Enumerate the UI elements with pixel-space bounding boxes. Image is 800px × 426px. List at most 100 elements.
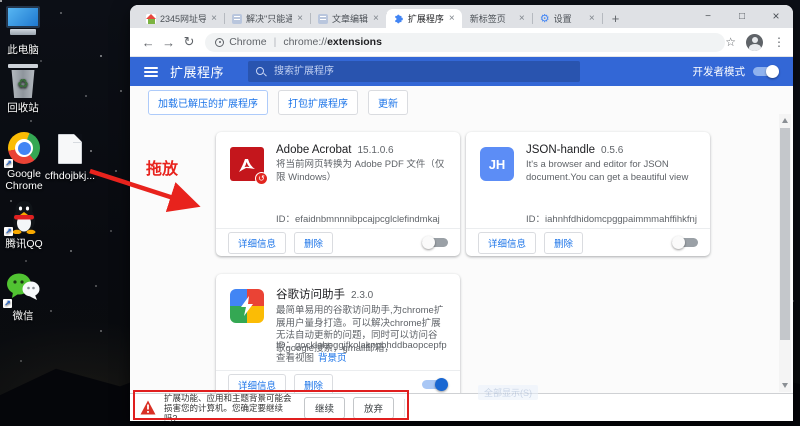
remove-button[interactable]: 删除 (294, 231, 334, 254)
desktop-icon-this-pc[interactable]: 此电脑 (0, 6, 52, 57)
scroll-down-icon[interactable] (782, 383, 788, 388)
extension-name: JSON-handle (526, 144, 596, 156)
shortcut-arrow-icon: ↗ (4, 159, 13, 168)
desktop-icon-crx-file[interactable]: cfhdojbkj... (41, 134, 99, 182)
minimize-button[interactable]: − (691, 5, 725, 28)
extension-description: It's a browser and editor for JSON docum… (526, 159, 689, 183)
menu-dots-icon[interactable]: ⋮ (773, 35, 785, 49)
annotation-drag-label: 拖放 (146, 161, 179, 178)
extension-name: Adobe Acrobat (276, 144, 352, 156)
tab-jiejue[interactable]: 解决"只能通 × (224, 9, 311, 28)
bookmark-star-icon[interactable]: ☆ (725, 35, 736, 49)
remove-button[interactable]: 删除 (544, 231, 584, 254)
doc-favicon (232, 13, 242, 24)
adobe-acrobat-icon: ↺ (230, 147, 268, 185)
extension-card-json-handle: JH JSON-handle 0.5.6 It's a browser and … (466, 132, 710, 256)
enable-toggle[interactable] (672, 236, 698, 249)
chrome-icon: ↗ (4, 132, 42, 168)
back-icon[interactable]: ← (138, 35, 158, 50)
puzzle-favicon (394, 14, 404, 24)
url-chip: Chrome (229, 36, 267, 48)
gear-favicon: ⚙ (539, 12, 550, 25)
card-footer: 详细信息 删除 (466, 228, 710, 256)
google-access-helper-icon (230, 289, 264, 323)
scrollbar-thumb[interactable] (780, 128, 790, 340)
desktop-icon-tencent-qq[interactable]: ↗ 腾讯QQ (0, 200, 53, 251)
toolbar-right-icons: ☆ ⋮ (725, 33, 785, 51)
hamburger-menu-icon[interactable] (144, 66, 158, 77)
background-page-link[interactable]: 背景页 (318, 353, 347, 364)
desktop-icon-label: 腾讯QQ (5, 238, 43, 250)
qq-icon: ↗ (4, 200, 42, 236)
forward-icon[interactable]: → (158, 35, 178, 50)
extension-name: 谷歌访问助手 (276, 289, 345, 301)
desktop-icon-recycle-bin[interactable]: ♻ 回收站 (0, 64, 52, 115)
tab-close-icon[interactable]: × (588, 13, 596, 24)
acrobat-convert-badge-icon: ↺ (255, 172, 268, 185)
tab-new-tab[interactable]: 新标签页 × (462, 9, 533, 28)
update-button[interactable]: 更新 (368, 90, 408, 115)
developer-mode-label: 开发者模式 (692, 66, 746, 78)
extensions-page-header: 扩展程序 开发者模式 (130, 57, 793, 86)
tab-strip: 2345网址导 × 解决"只能通 × 文章编辑 × 扩展程序 × 新标签页 × … (130, 5, 793, 28)
enable-toggle[interactable] (422, 378, 448, 391)
extension-id: ID：gocklaboggjfkolaknpbhddbaopcepfp (276, 340, 447, 351)
tab-settings[interactable]: ⚙ 设置 × (532, 9, 603, 28)
card-footer: 详细信息 删除 (216, 228, 460, 256)
chrome-window: 2345网址导 × 解决"只能通 × 文章编辑 × 扩展程序 × 新标签页 × … (130, 5, 793, 423)
search-icon (256, 67, 265, 76)
json-handle-icon: JH (480, 147, 514, 181)
url-host: extensions (327, 36, 382, 48)
reload-icon[interactable]: ↻ (179, 34, 199, 50)
page-scrollbar[interactable] (779, 114, 791, 392)
extension-version: 15.1.0.6 (357, 145, 394, 156)
tab-close-icon[interactable]: × (448, 13, 456, 24)
url-separator: | (273, 36, 277, 48)
enable-toggle[interactable] (422, 236, 448, 249)
developer-mode-control: 开发者模式 (692, 64, 779, 79)
recycle-bin-icon: ♻ (5, 64, 41, 98)
tab-close-icon[interactable]: × (518, 13, 526, 24)
new-tab-button[interactable]: + (608, 12, 624, 25)
this-pc-icon (5, 6, 41, 40)
desktop-icon-label: 微信 (12, 310, 34, 322)
page-info-icon[interactable] (215, 37, 225, 47)
tab-2345[interactable]: 2345网址导 × (138, 9, 225, 28)
search-input[interactable] (272, 65, 573, 78)
extensions-search-box[interactable] (248, 61, 581, 82)
shortcut-arrow-icon: ↗ (3, 299, 12, 308)
show-all-downloads-button[interactable]: 全部显示(S) (478, 385, 538, 400)
extension-id: ID：efaidnbmnnnibpcajpcglclefindmkaj (276, 214, 440, 225)
maximize-button[interactable]: □ (725, 5, 759, 28)
wechat-icon: ↗ (3, 272, 41, 308)
tab-extensions[interactable]: 扩展程序 × (385, 9, 462, 28)
annotation-red-rectangle (133, 390, 409, 420)
load-unpacked-button[interactable]: 加载已解压的扩展程序 (148, 90, 268, 115)
extension-card-adobe-acrobat: ↺ Adobe Acrobat 15.1.0.6 将当前网页转换为 Adobe … (216, 132, 460, 256)
extension-version: 0.5.6 (601, 145, 624, 156)
desktop-icon-label: 回收站 (7, 102, 39, 114)
scroll-up-icon[interactable] (782, 118, 788, 123)
2345-favicon (146, 13, 156, 24)
extension-id: ID：iahnhfdhidomcpggpaimmmahffihkfnj (526, 214, 697, 225)
window-controls: − □ × (691, 5, 793, 28)
pack-extension-button[interactable]: 打包扩展程序 (278, 90, 358, 115)
url-scheme: chrome://extensions (283, 36, 382, 48)
tab-close-icon[interactable]: × (296, 13, 304, 24)
tab-close-icon[interactable]: × (210, 13, 218, 24)
close-window-button[interactable]: × (759, 5, 793, 28)
developer-buttons-row: 加载已解压的扩展程序 打包扩展程序 更新 (148, 90, 408, 115)
details-button[interactable]: 详细信息 (228, 231, 287, 254)
doc-favicon (318, 13, 328, 24)
address-bar[interactable]: Chrome | chrome://extensions (205, 32, 726, 52)
tab-close-icon[interactable]: × (372, 13, 380, 24)
extension-description: 将当前网页转换为 Adobe PDF 文件（仅限 Windows） (276, 159, 445, 183)
shortcut-arrow-icon: ↗ (4, 227, 13, 236)
profile-avatar-icon[interactable] (746, 33, 763, 51)
details-button[interactable]: 详细信息 (478, 231, 537, 254)
desktop-icon-label: 此电脑 (7, 44, 39, 56)
desktop-icon-wechat[interactable]: ↗ 微信 (0, 272, 52, 323)
tab-editor[interactable]: 文章编辑 × (310, 9, 387, 28)
developer-mode-toggle[interactable] (753, 65, 779, 78)
extensions-content: 加载已解压的扩展程序 打包扩展程序 更新 ↺ Adobe Acrobat 15.… (130, 86, 793, 398)
